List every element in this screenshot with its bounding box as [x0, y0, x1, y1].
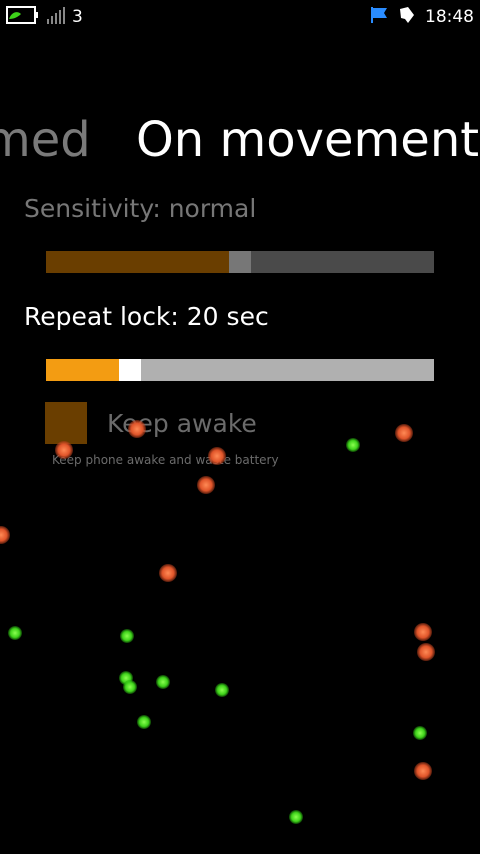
- particle-orange: [417, 643, 435, 661]
- particle-orange: [159, 564, 177, 582]
- particle-green: [156, 675, 170, 689]
- particle-green: [137, 715, 151, 729]
- status-bar-left: 3: [6, 6, 83, 28]
- particle-orange: [0, 526, 10, 544]
- particle-orange: [197, 476, 215, 494]
- repeat-lock-thumb[interactable]: [119, 359, 141, 381]
- notification-icon: [397, 5, 417, 29]
- particle-green: [215, 683, 229, 697]
- sensitivity-fill: [46, 251, 229, 273]
- particle-green: [120, 629, 134, 643]
- particle-orange: [55, 441, 73, 459]
- battery-charging-icon: [6, 5, 40, 29]
- sensitivity-thumb[interactable]: [229, 251, 251, 273]
- particle-orange: [414, 623, 432, 641]
- particle-orange: [395, 424, 413, 442]
- pivot-item-previous[interactable]: med: [0, 108, 91, 172]
- signal-bars-icon: [46, 5, 66, 29]
- repeat-lock-label: Repeat lock: 20 sec: [24, 302, 269, 331]
- particle-green: [8, 626, 22, 640]
- status-bar-right: 18:48: [369, 6, 474, 28]
- keep-awake-checkbox[interactable]: [45, 402, 87, 444]
- repeat-lock-slider[interactable]: [46, 359, 434, 381]
- particle-green: [346, 438, 360, 452]
- particle-orange: [414, 762, 432, 780]
- keep-awake-description: Keep phone awake and waste battery: [52, 453, 279, 467]
- pivot-header: med On movement: [0, 108, 480, 172]
- status-bar: 3 18:48: [0, 0, 480, 34]
- clock: 18:48: [425, 7, 474, 27]
- signal-text: 3: [72, 7, 83, 27]
- particle-orange: [208, 447, 226, 465]
- repeat-lock-fill: [46, 359, 119, 381]
- particle-green: [413, 726, 427, 740]
- particle-green: [289, 810, 303, 824]
- particle-orange: [128, 420, 146, 438]
- pivot-item-current[interactable]: On movement: [136, 108, 479, 172]
- sensitivity-label: Sensitivity: normal: [24, 194, 257, 223]
- particle-green: [123, 680, 137, 694]
- flag-icon: [369, 5, 389, 29]
- sensitivity-slider[interactable]: [46, 251, 434, 273]
